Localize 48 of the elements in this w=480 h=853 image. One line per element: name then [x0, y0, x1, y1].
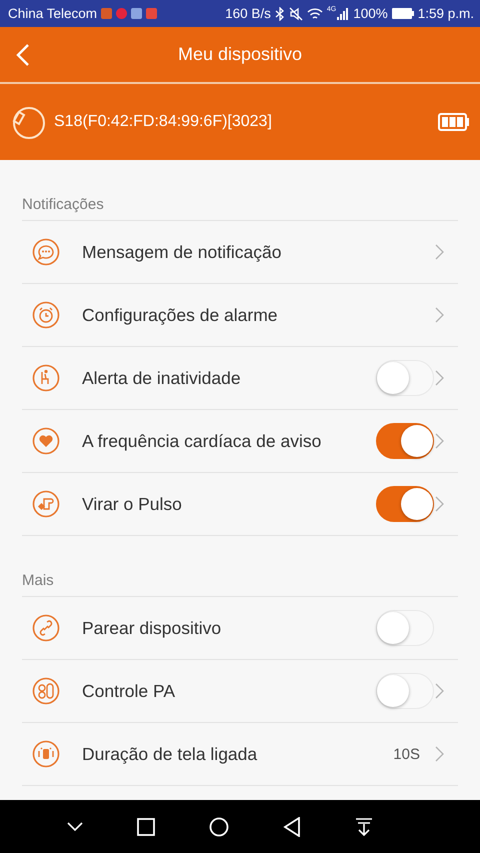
app-icon [116, 8, 128, 19]
watch-icon [32, 740, 60, 768]
settings-row[interactable]: Alerta de inatividade [22, 347, 458, 410]
pull-down-icon[interactable] [355, 818, 373, 836]
recents-icon[interactable] [137, 818, 155, 836]
row-label: A frequência cardíaca de aviso [82, 430, 322, 452]
row-label: Duração de tela ligada [82, 744, 258, 764]
battery-icon [438, 113, 470, 131]
settings-row[interactable]: A frequência cardíaca de aviso [22, 410, 458, 473]
app-icon [131, 8, 142, 19]
toggle-switch[interactable] [376, 486, 434, 522]
settings-row[interactable]: Parear dispositivo [22, 597, 458, 660]
clock-time: 1:59 p.m. [418, 6, 474, 21]
signal-icon [337, 6, 350, 20]
settings-row[interactable]: Configurações de alarme [22, 284, 458, 347]
settings-row[interactable]: Duração de tela ligada 10S [22, 723, 458, 786]
chat-bubble-icon [32, 238, 60, 266]
section-heading: Mais [22, 536, 458, 597]
wifi-icon [306, 6, 323, 20]
alarm-clock-icon [32, 301, 60, 329]
home-icon[interactable] [209, 816, 229, 836]
carrier-text: China Telecom [8, 6, 98, 21]
settings-row[interactable]: Controle PA [22, 660, 458, 723]
back-icon[interactable] [283, 816, 301, 836]
row-value: 10S [393, 746, 420, 762]
chevron-down-icon[interactable] [67, 822, 83, 832]
app-icon [101, 8, 112, 19]
settings-row[interactable]: Mensagem de notificação [22, 221, 458, 284]
seated-person-icon [32, 364, 60, 392]
link-icon [32, 614, 60, 642]
device-name: S18(F0:42:FD:84:99:6F)[3023] [54, 113, 272, 131]
row-label: Mensagem de notificação [82, 242, 282, 262]
row-label: Virar o Pulso [82, 494, 182, 514]
toggle-switch[interactable] [376, 423, 434, 459]
settings-row[interactable]: Virar o Pulso [22, 473, 458, 536]
network-speed: 160 B/s [225, 6, 271, 21]
section-heading: Notificações [22, 160, 458, 221]
mute-icon [288, 6, 303, 20]
row-label: Configurações de alarme [82, 304, 278, 326]
app-icon [146, 8, 158, 19]
row-label: Parear dispositivo [82, 618, 222, 638]
battery-icon [392, 8, 414, 19]
row-label: Controle PA [82, 680, 176, 702]
watch-icon [10, 104, 46, 140]
battery-percent: 100% [353, 6, 388, 21]
row-label: Alerta de inatividade [82, 368, 241, 388]
screen-title: Meu dispositivo [176, 44, 304, 65]
bluetooth-icon [274, 6, 285, 20]
